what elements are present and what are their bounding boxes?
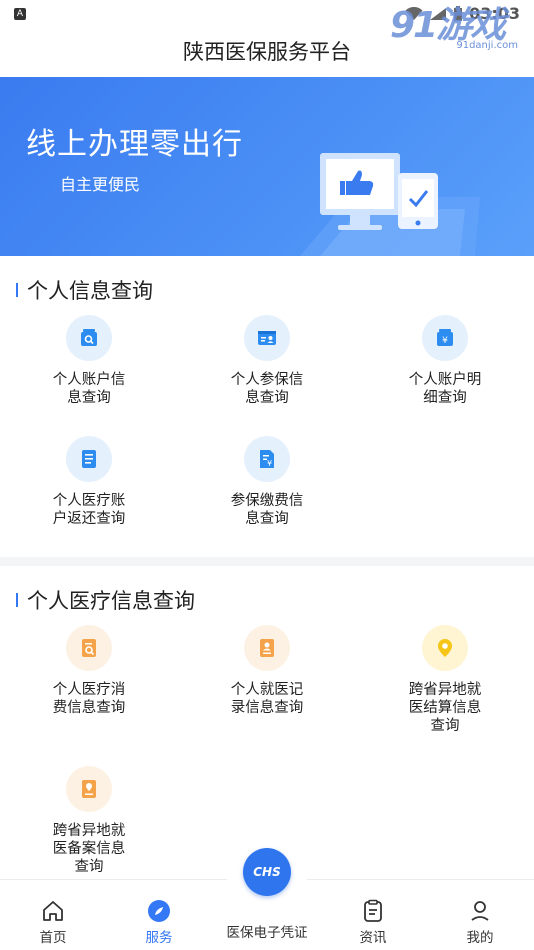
insurance-card-icon [244, 315, 290, 361]
computer-thumbs-up-illustration [300, 153, 480, 256]
user-icon [467, 898, 493, 924]
tab-home[interactable]: 首页 [0, 880, 106, 950]
home-icon [40, 898, 66, 924]
page-title: 陕西医保服务平台 [183, 40, 351, 64]
tab-label: 服务 [145, 930, 173, 946]
svg-text:¥: ¥ [442, 336, 448, 346]
service-label: 跨省异地就医结算信息查询 [408, 682, 482, 734]
section-divider [0, 557, 534, 566]
news-icon [360, 898, 386, 924]
tab-label: 我的 [466, 930, 494, 946]
service-medical-record-query[interactable]: 个人就医记录信息查询 [178, 625, 356, 717]
tab-news[interactable]: 资讯 [320, 880, 426, 950]
banner-title: 线上办理零出行 [26, 127, 243, 162]
account-detail-icon: ¥ [422, 315, 468, 361]
medical-info-section-header: 个人医疗信息查询 [16, 585, 195, 615]
payment-document-icon: ¥ [244, 436, 290, 482]
banner-subtitle: 自主更便民 [60, 175, 141, 194]
location-pin-icon [422, 625, 468, 671]
service-label: 个人就医记录信息查询 [230, 682, 304, 716]
service-cross-province-settlement-query[interactable]: 跨省异地就医结算信息查询 [356, 625, 534, 735]
service-medical-consumption-query[interactable]: 个人医疗消费信息查询 [0, 625, 178, 717]
medical-record-icon [244, 625, 290, 671]
service-account-info-query[interactable]: 个人账户信息查询 [0, 315, 178, 407]
service-label: 个人医疗消费信息查询 [52, 682, 126, 716]
tab-label: 首页 [39, 930, 67, 946]
registration-pin-icon [66, 766, 112, 812]
personal-info-section-header: 个人信息查询 [16, 275, 153, 305]
account-search-icon [66, 315, 112, 361]
compass-icon [146, 898, 172, 924]
fab-label: CHS [253, 865, 281, 879]
service-label: 个人参保信息查询 [230, 372, 304, 406]
service-medical-account-refund-query[interactable]: 个人医疗账户返还查询 [0, 436, 178, 528]
svg-text:¥: ¥ [267, 459, 272, 468]
consumption-search-icon [66, 625, 112, 671]
section-accent-bar [16, 283, 18, 297]
section-title: 个人医疗信息查询 [27, 589, 195, 613]
tab-service[interactable]: 服务 [106, 880, 212, 950]
tab-medical-e-certificate[interactable]: 医保电子凭证 [213, 921, 321, 941]
tab-label: 资讯 [359, 930, 387, 946]
service-label: 跨省异地就医备案信息查询 [52, 823, 126, 875]
service-account-detail-query[interactable]: ¥ 个人账户明细查询 [356, 315, 534, 407]
service-label: 个人医疗账户返还查询 [52, 493, 126, 527]
service-label: 个人账户信息查询 [52, 372, 126, 406]
document-list-icon [66, 436, 112, 482]
section-title: 个人信息查询 [27, 279, 153, 303]
promo-banner[interactable]: 线上办理零出行 自主更便民 [0, 77, 534, 256]
section-accent-bar [16, 593, 18, 607]
service-payment-info-query[interactable]: ¥ 参保缴费信息查询 [178, 436, 356, 528]
service-label: 个人账户明细查询 [408, 372, 482, 406]
service-insurance-info-query[interactable]: 个人参保信息查询 [178, 315, 356, 407]
tab-mine[interactable]: 我的 [427, 880, 533, 950]
service-label: 参保缴费信息查询 [230, 493, 304, 527]
chs-scan-icon[interactable]: CHS [243, 848, 291, 896]
notification-indicator: A [14, 8, 26, 20]
service-cross-province-registration-query[interactable]: 跨省异地就医备案信息查询 [0, 766, 178, 876]
